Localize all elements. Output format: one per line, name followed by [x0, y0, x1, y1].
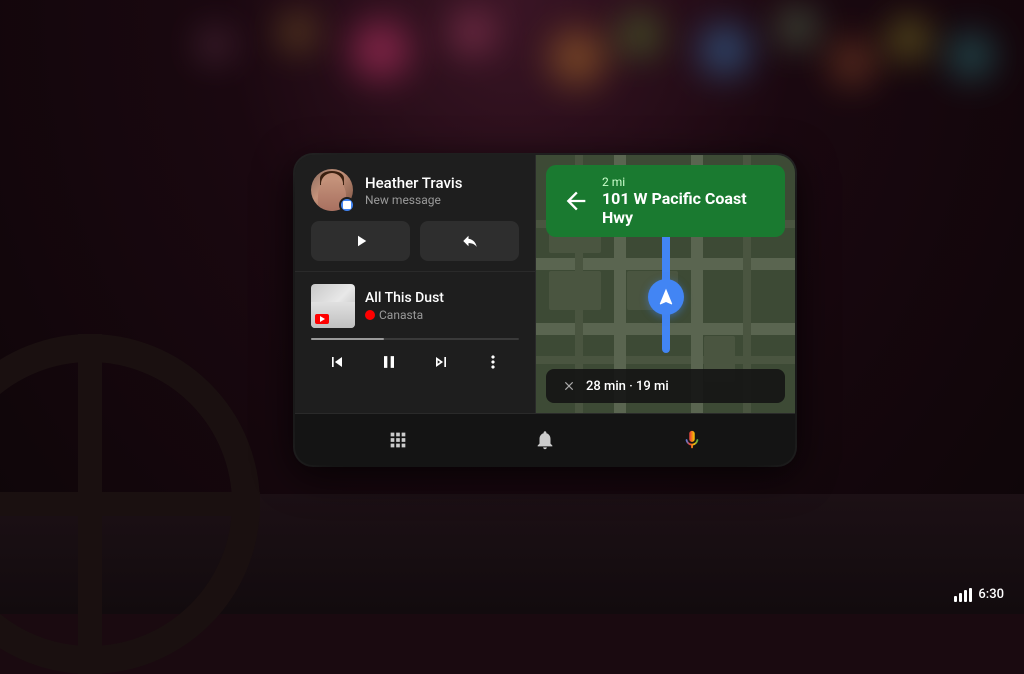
current-position [648, 279, 684, 315]
message-badge [339, 197, 355, 213]
nav-distance: 2 mi [602, 175, 771, 189]
message-badge-icon [343, 201, 351, 209]
microphone-button[interactable] [673, 421, 711, 459]
message-actions [311, 221, 519, 261]
signal-bar-1 [954, 596, 957, 602]
contact-info: Heather Travis New message [365, 174, 519, 207]
bottom-bar [295, 413, 795, 465]
progress-fill [311, 338, 384, 340]
signal-bar-2 [959, 593, 962, 602]
signal-bar-4 [969, 588, 972, 602]
pause-button[interactable] [375, 348, 403, 376]
youtube-badge [315, 314, 329, 324]
eta-text: 28 min · 19 mi [586, 379, 669, 394]
track-info: All This Dust Canasta [365, 290, 519, 322]
progress-bar [311, 338, 519, 340]
track-title: All This Dust [365, 290, 519, 307]
map-panel: 2 mi 101 W Pacific Coast Hwy 28 min · 19… [536, 155, 795, 413]
eta-bar: 28 min · 19 mi [546, 369, 785, 403]
music-controls [311, 348, 519, 376]
contact-row: Heather Travis New message [311, 169, 519, 211]
next-track-button[interactable] [427, 348, 455, 376]
position-circle [648, 279, 684, 315]
album-art [311, 284, 355, 328]
nav-text: 2 mi 101 W Pacific Coast Hwy [602, 175, 771, 227]
yt-music-dot [365, 310, 375, 320]
left-panel: Heather Travis New message [295, 155, 535, 413]
nav-street: 101 W Pacific Coast Hwy [602, 189, 771, 227]
signal-bar-3 [964, 590, 967, 602]
message-card: Heather Travis New message [295, 155, 535, 272]
contact-subtitle: New message [365, 193, 519, 207]
close-nav-icon[interactable] [560, 377, 578, 395]
music-card: All This Dust Canasta [295, 272, 535, 413]
status-bar: 6:30 [954, 587, 1004, 602]
notifications-button[interactable] [526, 421, 564, 459]
screen-content: Heather Travis New message [295, 155, 795, 413]
artist-name: Canasta [379, 308, 423, 322]
prev-track-button[interactable] [323, 348, 351, 376]
navigation-header: 2 mi 101 W Pacific Coast Hwy [546, 165, 785, 237]
play-message-button[interactable] [311, 221, 410, 261]
more-options-button[interactable] [479, 348, 507, 376]
android-auto-screen: Heather Travis New message [295, 155, 795, 465]
track-artist: Canasta [365, 308, 519, 322]
yt-play-icon [320, 316, 325, 322]
map-block-1 [549, 271, 601, 310]
signal-icon [954, 588, 972, 602]
reply-message-button[interactable] [420, 221, 519, 261]
clock: 6:30 [978, 587, 1004, 602]
contact-avatar-wrapper [311, 169, 353, 211]
contact-name: Heather Travis [365, 174, 519, 192]
apps-button[interactable] [379, 421, 417, 459]
turn-arrow-icon [560, 185, 592, 217]
track-row: All This Dust Canasta [311, 284, 519, 328]
